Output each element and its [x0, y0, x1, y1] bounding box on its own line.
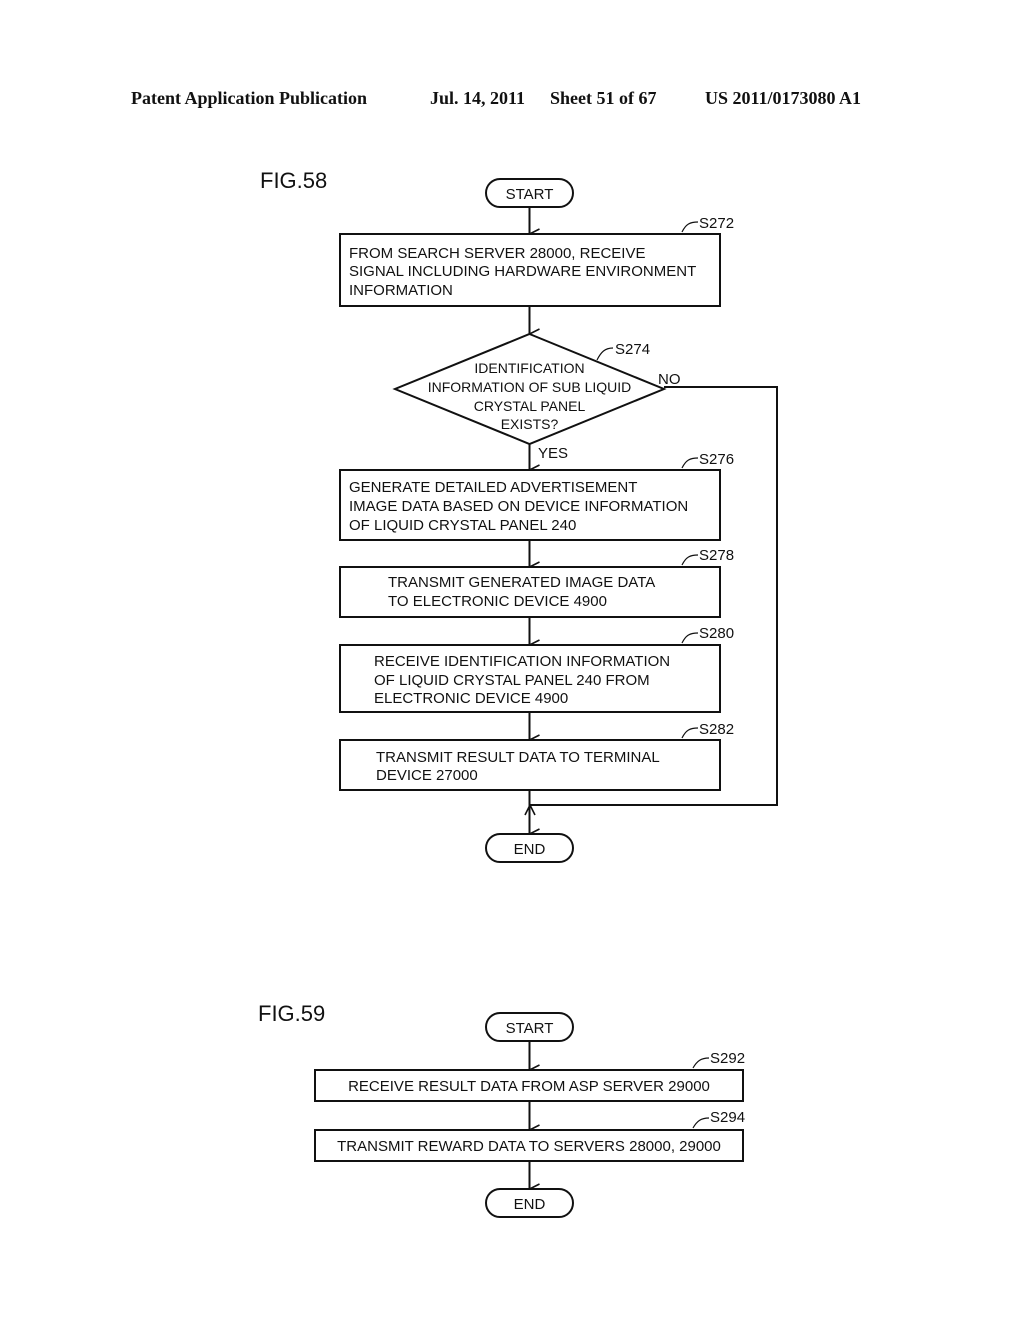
step-text-line: FROM SEARCH SERVER 28000, RECEIVE — [349, 245, 645, 262]
decision-text-line: INFORMATION OF SUB LIQUID — [428, 379, 632, 395]
step-s278: S278 TRANSMIT GENERATED IMAGE DATA TO EL… — [339, 547, 734, 618]
step-id-leader — [692, 1057, 710, 1069]
fig59-end-terminal: END — [485, 1188, 574, 1218]
step-s272: S272 FROM SEARCH SERVER 28000, RECEIVE S… — [339, 215, 734, 307]
step-text-line: RECEIVE RESULT DATA FROM ASP SERVER 2900… — [348, 1078, 710, 1095]
decision-text-line: IDENTIFICATION — [474, 360, 584, 376]
step-text-line: ELECTRONIC DEVICE 4900 — [374, 690, 568, 707]
no-branch-label: NO — [658, 371, 681, 388]
fig59-start-text: START — [506, 1020, 554, 1037]
step-text-line: SIGNAL INCLUDING HARDWARE ENVIRONMENT — [349, 263, 696, 280]
step-text-line: TO ELECTRONIC DEVICE 4900 — [388, 593, 607, 610]
step-text-line: TRANSMIT RESULT DATA TO TERMINAL — [376, 749, 660, 766]
step-text-line: GENERATE DETAILED ADVERTISEMENT — [349, 479, 637, 496]
step-text-line: OF LIQUID CRYSTAL PANEL 240 — [349, 517, 576, 534]
decision-text-line: EXISTS? — [501, 416, 559, 432]
yes-branch-label: YES — [538, 445, 568, 462]
step-text-line: RECEIVE IDENTIFICATION INFORMATION — [374, 653, 670, 670]
step-text-line: TRANSMIT GENERATED IMAGE DATA — [388, 574, 655, 591]
step-id-leader — [681, 457, 699, 469]
fig58-end-text: END — [514, 841, 546, 858]
step-id-leader — [692, 1117, 710, 1129]
step-id-leader — [596, 347, 614, 361]
fig59-label: FIG.59 — [258, 1001, 325, 1026]
step-id: S278 — [699, 547, 734, 564]
fig59-end-text: END — [514, 1196, 546, 1213]
fig58-start-terminal: START — [485, 178, 574, 208]
fig59-start-terminal: START — [485, 1012, 574, 1042]
flowchart-canvas: FIG.58 START S272 FROM SEARCH SERVER 280… — [258, 168, 778, 1218]
step-id-leader — [681, 554, 699, 566]
step-s282: S282 TRANSMIT RESULT DATA TO TERMINAL DE… — [339, 721, 734, 791]
step-id-leader — [681, 727, 699, 739]
step-id: S292 — [710, 1050, 745, 1067]
step-id: S282 — [699, 721, 734, 738]
step-id-leader — [681, 221, 699, 233]
step-id: S274 — [615, 341, 650, 358]
step-id: S294 — [710, 1109, 745, 1126]
step-id: S276 — [699, 451, 734, 468]
fig58-end-terminal: END — [485, 833, 574, 863]
step-text-line: DEVICE 27000 — [376, 767, 478, 784]
step-id: S272 — [699, 215, 734, 232]
step-text-line: TRANSMIT REWARD DATA TO SERVERS 28000, 2… — [337, 1138, 721, 1155]
fig58-label: FIG.58 — [260, 168, 327, 193]
step-id: S280 — [699, 625, 734, 642]
step-id-leader — [681, 632, 699, 644]
decision-text-line: CRYSTAL PANEL — [474, 398, 586, 414]
step-s280: S280 RECEIVE IDENTIFICATION INFORMATION … — [339, 625, 734, 713]
step-s276: S276 GENERATE DETAILED ADVERTISEMENT IMA… — [339, 451, 734, 541]
step-text-line: IMAGE DATA BASED ON DEVICE INFORMATION — [349, 498, 688, 515]
fig58-start-text: START — [506, 186, 554, 203]
step-text-line: INFORMATION — [349, 282, 453, 299]
step-text-line: OF LIQUID CRYSTAL PANEL 240 FROM — [374, 672, 650, 689]
decision-s274: S274 IDENTIFICATION INFORMATION OF SUB L… — [392, 332, 681, 462]
